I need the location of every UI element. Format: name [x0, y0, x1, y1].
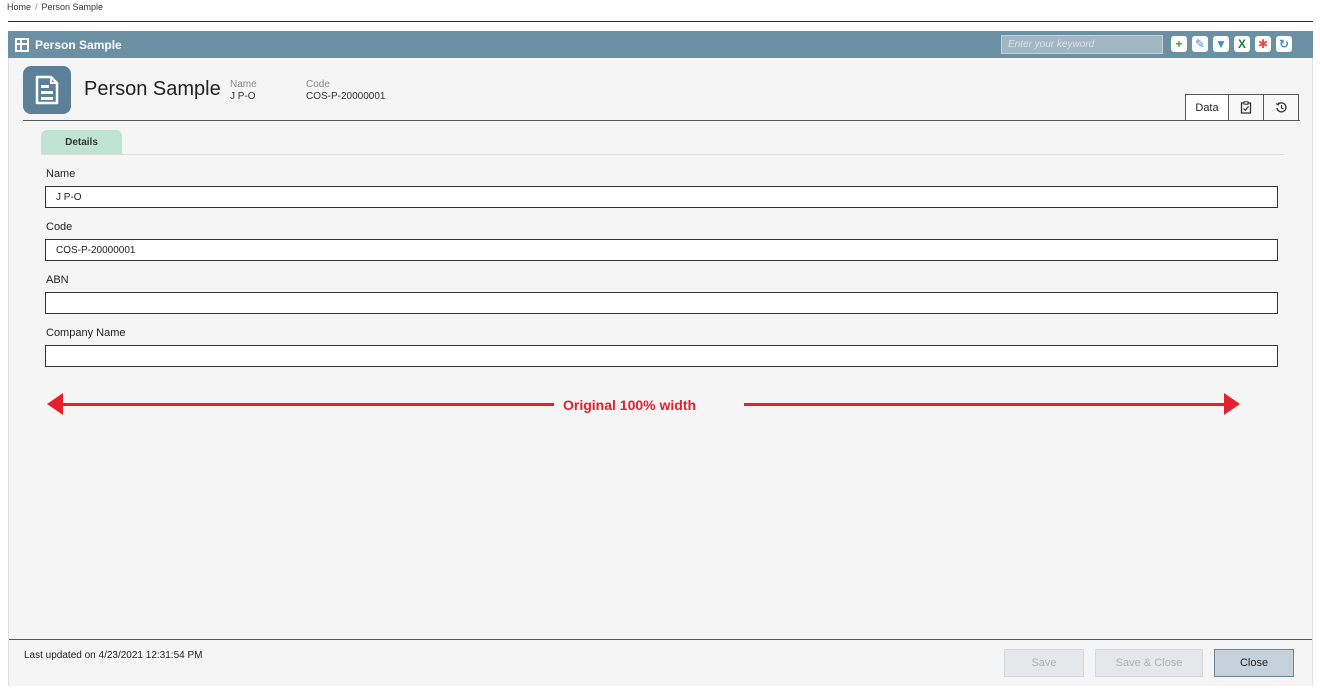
width-annotation-label: Original 100% width — [563, 397, 697, 413]
arrow-left-line — [62, 403, 554, 406]
toolbar-icons: + ✎ ▼ X ✱ ↻ — [1171, 36, 1292, 52]
tab-divider — [41, 154, 1284, 155]
arrow-right-head — [1224, 393, 1240, 415]
name-meta-label: Name — [230, 79, 257, 90]
record-code-meta: Code COS-P-20000001 — [306, 79, 386, 102]
footer-divider — [9, 639, 1312, 640]
org-chart-icon[interactable]: ✱ — [1255, 36, 1271, 52]
code-meta-value: COS-P-20000001 — [306, 91, 386, 102]
record-panel: Person Sample Name J P-O Code COS-P-2000… — [8, 58, 1313, 686]
breadcrumb: Home / Person Sample — [7, 2, 103, 12]
title-bar: Person Sample + ✎ ▼ X ✱ ↻ — [8, 31, 1313, 58]
close-button[interactable]: Close — [1214, 649, 1294, 677]
code-meta-label: Code — [306, 79, 330, 90]
save-close-button[interactable]: Save & Close — [1095, 649, 1203, 677]
add-icon[interactable]: + — [1171, 36, 1187, 52]
tab-history[interactable] — [1264, 94, 1299, 120]
window-title: Person Sample — [35, 37, 122, 52]
breadcrumb-current: Person Sample — [41, 2, 104, 12]
breadcrumb-home-link[interactable]: Home — [7, 2, 31, 12]
last-updated-text: Last updated on 4/23/2021 12:31:54 PM — [24, 650, 203, 661]
excel-icon[interactable]: X — [1234, 36, 1250, 52]
arrow-left-head — [47, 393, 63, 415]
name-meta-value: J P-O — [230, 91, 256, 102]
name-field-label: Name — [46, 168, 76, 180]
breadcrumb-divider — [8, 21, 1313, 22]
code-field[interactable] — [45, 239, 1278, 261]
record-title: Person Sample — [84, 78, 221, 100]
company-name-field[interactable] — [45, 345, 1278, 367]
code-field-label: Code — [46, 221, 73, 233]
document-icon — [23, 66, 71, 114]
breadcrumb-separator: / — [35, 2, 38, 12]
arrow-right-line — [744, 403, 1225, 406]
filter-icon[interactable]: ▼ — [1213, 36, 1229, 52]
edit-icon[interactable]: ✎ — [1192, 36, 1208, 52]
refresh-icon[interactable]: ↻ — [1276, 36, 1292, 52]
view-tabs: Data — [1185, 94, 1299, 120]
search-input[interactable] — [1001, 35, 1163, 54]
abn-field[interactable] — [45, 292, 1278, 314]
tab-details[interactable]: Details — [41, 130, 122, 154]
clipboard-icon — [1240, 101, 1252, 114]
history-icon — [1275, 102, 1287, 113]
name-field[interactable] — [45, 186, 1278, 208]
record-name-meta: Name J P-O — [230, 79, 257, 102]
header-divider — [23, 120, 1300, 121]
tab-data[interactable]: Data — [1185, 94, 1229, 120]
grid-icon — [15, 37, 29, 52]
abn-field-label: ABN — [46, 274, 69, 286]
save-button[interactable]: Save — [1004, 649, 1084, 677]
company-name-field-label: Company Name — [46, 327, 126, 339]
tab-clipboard[interactable] — [1229, 94, 1264, 120]
